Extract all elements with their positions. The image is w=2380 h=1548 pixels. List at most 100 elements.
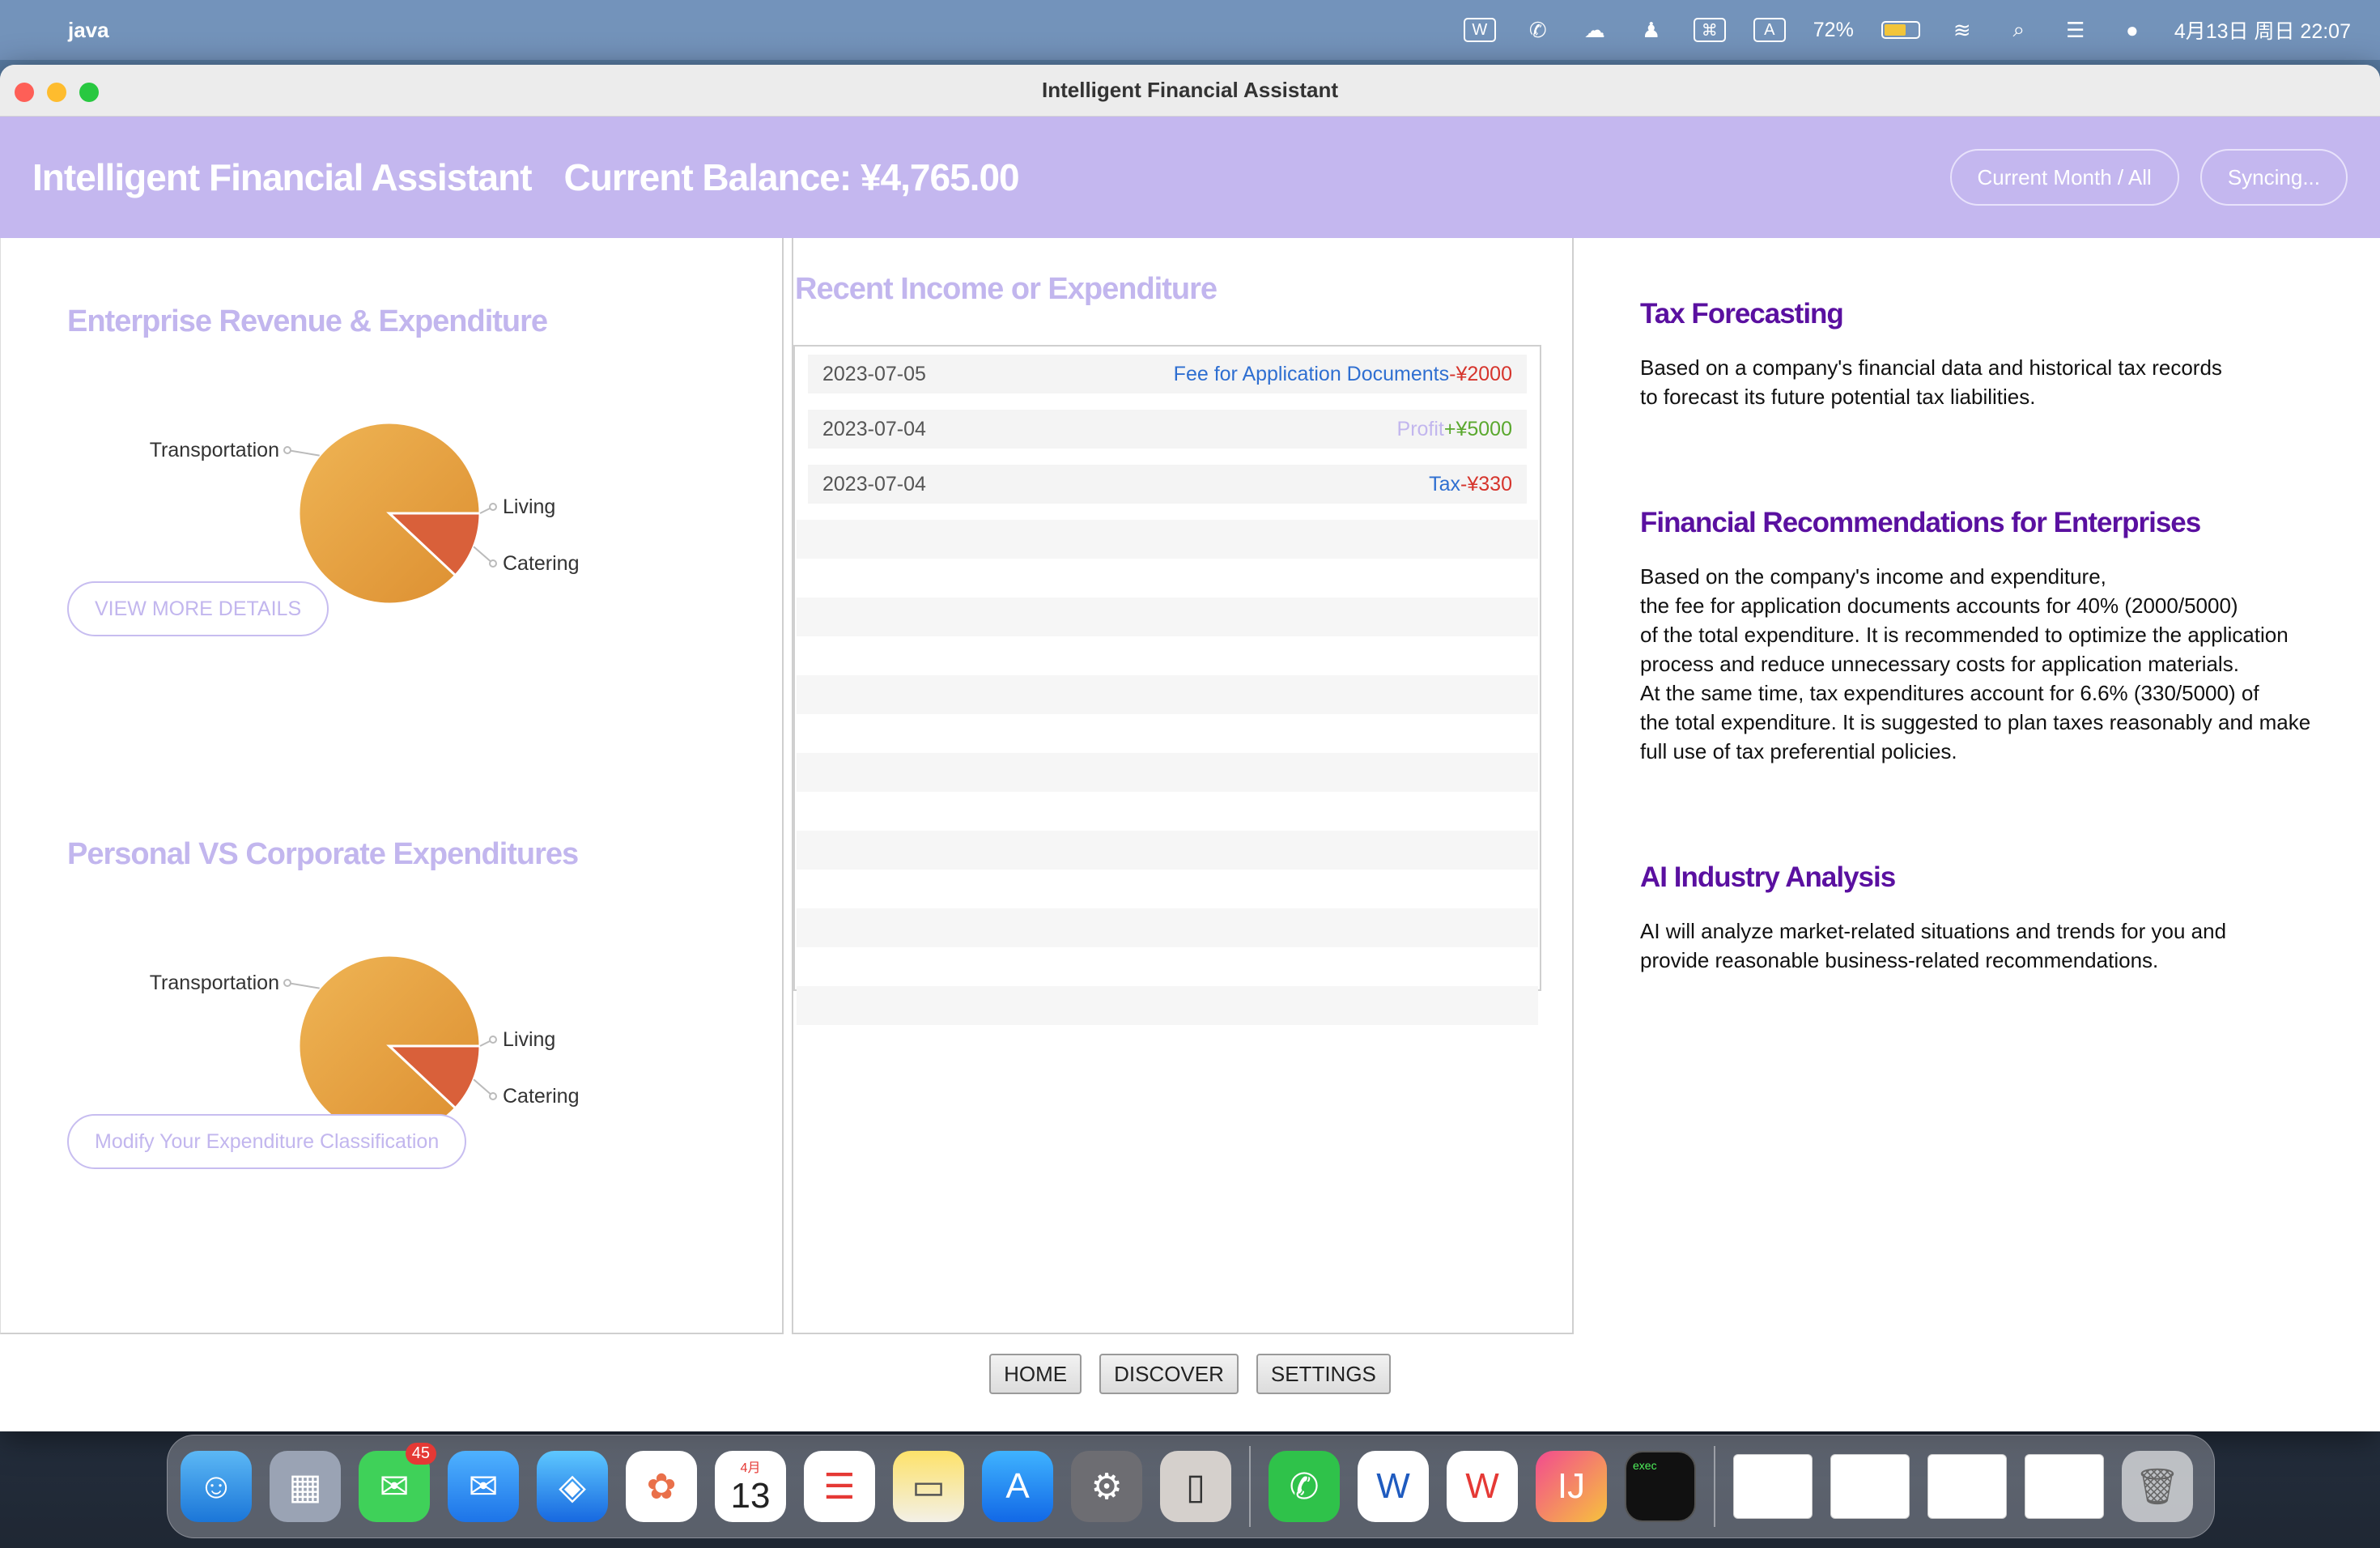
view-more-details-button[interactable]: VIEW MORE DETAILS [67,581,329,636]
pie-leader-dot [489,559,497,568]
records-list[interactable]: 2023-07-05 Fee for Application Documents… [793,345,1541,1025]
input-method-icon[interactable]: A [1753,18,1786,42]
pie-leader-dot [283,446,291,454]
record-row[interactable]: 2023-07-04 Profit+¥5000 [808,410,1527,449]
finder-icon[interactable]: ☺ [181,1451,252,1522]
pie-leader-dot [489,503,497,511]
pie-label-catering: Catering [503,552,580,575]
photos-icon[interactable]: ✿ [626,1451,697,1522]
pie-label-living: Living [503,1028,555,1051]
record-date: 2023-07-05 [822,362,926,385]
dock-separator [1249,1446,1251,1527]
dock: ☺ ▦ ✉ 45 ✉ ◈ ✿ 4月 13 ☰ ▭ A ⚙ ▯ ✆ W W IJ e… [167,1435,2215,1538]
pie-label-transportation: Transportation [150,439,279,461]
pie-label-living: Living [503,495,555,518]
minimized-window-thumbnail[interactable] [2025,1454,2104,1519]
accessibility-icon[interactable]: ♟ [1637,18,1666,42]
active-app-name[interactable]: java [68,18,109,43]
zoom-window-button[interactable] [79,83,99,102]
chart1-title: Enterprise Revenue & Expenditure [67,304,548,338]
bottom-navigation: HOME DISCOVER SETTINGS [0,1334,2380,1431]
ai-analysis-text: AI will analyze market-related situation… [1640,919,2227,972]
calendar-icon[interactable]: 4月 13 [715,1451,786,1522]
recommendations-title: Financial Recommendations for Enterprise… [1640,507,2201,538]
recommendations-text: Based on the company's income and expend… [1640,564,2311,763]
reminders-icon[interactable]: ☰ [804,1451,875,1522]
recent-records-panel: Recent Income or Expenditure 2023-07-05 … [792,238,1574,1334]
record-amount: +¥5000 [1443,417,1512,440]
wifi-icon[interactable]: ≋ [1948,18,1977,42]
main-content: Enterprise Revenue & Expenditure Transpo… [0,238,2380,1334]
minimized-window-thumbnail[interactable] [1733,1454,1813,1519]
pie-label-transportation: Transportation [150,972,279,994]
menu-bar: java W ✆ ☁ ♟ ⌘ A 72% ≋ ⌕ ☰ ● 4月13日 周日 22… [0,0,2380,60]
siri-icon[interactable]: ● [2118,18,2147,42]
calendar-day: 13 [730,1476,771,1516]
record-label: Profit [1396,417,1444,440]
iphone-mirroring-icon[interactable]: ▯ [1160,1451,1231,1522]
record-amount: -¥330 [1460,472,1512,495]
charts-panel: Enterprise Revenue & Expenditure Transpo… [0,238,784,1334]
record-label: Tax [1429,472,1461,495]
trash-icon[interactable]: 🗑 [2122,1451,2193,1522]
window-title: Intelligent Financial Assistant [1042,78,1338,102]
gamepad-icon[interactable]: ⌘ [1693,18,1726,42]
dock-separator [1714,1446,1715,1527]
empty-list-rows [795,520,1540,1025]
pie-leader-dot [489,1092,497,1100]
minimized-window-thumbnail[interactable] [1927,1454,2007,1519]
battery-icon[interactable] [1881,21,1920,39]
clock[interactable]: 4月13日 周日 22:07 [2174,15,2351,45]
settings-button[interactable]: SETTINGS [1256,1354,1391,1394]
record-label: Fee for Application Documents [1173,362,1450,385]
ai-analysis-title: AI Industry Analysis [1640,861,1896,893]
header-actions: Current Month / All Syncing... [1949,149,2348,206]
system-settings-icon[interactable]: ⚙ [1071,1451,1142,1522]
mail-icon[interactable]: ✉ [448,1451,519,1522]
app-window: Intelligent Financial Assistant Intellig… [0,65,2380,1431]
terminal-icon[interactable]: exec [1625,1451,1696,1522]
current-balance: Current Balance: ¥4,765.00 [563,156,1020,198]
word-icon[interactable]: W [1358,1451,1429,1522]
discover-button[interactable]: DISCOVER [1099,1354,1239,1394]
pie-label-catering: Catering [503,1085,580,1108]
search-icon[interactable]: ⌕ [2004,17,2034,42]
record-date: 2023-07-04 [822,472,926,495]
title-bar[interactable]: Intelligent Financial Assistant [0,65,2380,117]
recent-title: Recent Income or Expenditure [795,272,1218,306]
ai-insights-panel: Tax Forecasting Based on a company's fin… [1574,238,2380,1334]
chart2-title: Personal VS Corporate Expenditures [67,837,579,871]
close-window-button[interactable] [15,83,34,102]
modify-classification-button[interactable]: Modify Your Expenditure Classification [67,1114,467,1169]
tax-forecast-text: Based on a company's financial data and … [1640,355,2222,409]
safari-icon[interactable]: ◈ [537,1451,608,1522]
app-store-icon[interactable]: A [982,1451,1053,1522]
intellij-icon[interactable]: IJ [1536,1451,1607,1522]
wechat-icon[interactable]: ✆ [1269,1451,1340,1522]
control-center-icon[interactable]: ☰ [2061,18,2090,42]
wps-icon[interactable]: W [1463,18,1496,42]
wps-icon[interactable]: W [1447,1451,1518,1522]
record-row[interactable]: 2023-07-05 Fee for Application Documents… [808,355,1527,393]
battery-percent: 72% [1813,18,1854,41]
launchpad-icon[interactable]: ▦ [270,1451,341,1522]
status-items: W ✆ ☁ ♟ ⌘ A 72% ≋ ⌕ ☰ ● 4月13日 周日 22:07 [1463,15,2351,45]
app-header: Intelligent Financial Assistant Current … [0,117,2380,238]
window-controls [15,83,99,102]
record-date: 2023-07-04 [822,417,926,440]
home-button[interactable]: HOME [989,1354,1082,1394]
sync-button[interactable]: Syncing... [2199,149,2348,206]
messages-icon[interactable]: ✉ 45 [359,1443,436,1522]
app-title: Intelligent Financial Assistant [32,156,533,198]
pie-leader-line [287,449,320,457]
minimize-window-button[interactable] [47,83,66,102]
notes-icon[interactable]: ▭ [893,1451,964,1522]
minimized-window-thumbnail[interactable] [1830,1454,1910,1519]
cloud-icon[interactable]: ☁ [1580,18,1609,42]
record-row[interactable]: 2023-07-04 Tax-¥330 [808,465,1527,504]
calendar-month: 4月 [740,1461,761,1475]
wechat-icon[interactable]: ✆ [1524,18,1553,42]
period-filter-button[interactable]: Current Month / All [1949,149,2179,206]
tax-forecast-title: Tax Forecasting [1640,298,1844,330]
terminal-text: exec [1633,1459,1657,1472]
